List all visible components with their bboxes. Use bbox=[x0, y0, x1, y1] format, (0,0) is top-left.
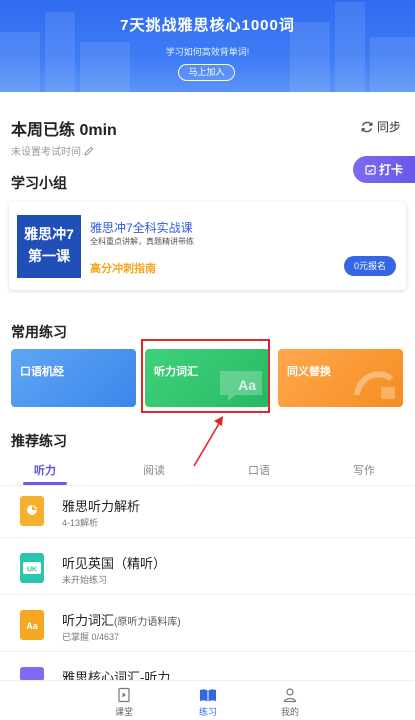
common-practice-title: 常用练习 bbox=[11, 324, 67, 340]
practice-book-icon bbox=[200, 689, 216, 702]
nav-profile[interactable]: 我的 bbox=[260, 687, 320, 718]
banner-title: 7天挑战雅思核心1000词 bbox=[120, 17, 295, 34]
exam-time-label: 未设置考试时间 bbox=[11, 147, 81, 158]
list-item-subtitle: 4-13解析 bbox=[62, 518, 99, 528]
tab-reading[interactable]: 阅读 bbox=[124, 462, 184, 478]
list-item[interactable]: Aa 听力词汇(原听力语料库) 已掌握 0/4637 bbox=[0, 602, 415, 652]
tab-listening[interactable]: 听力 bbox=[15, 462, 75, 478]
aa-book-icon: Aa bbox=[20, 610, 44, 640]
join-now-button[interactable]: 马上加入 bbox=[178, 64, 235, 81]
banner-subtitle: 学习如何高效背单词! bbox=[165, 47, 250, 57]
nav-label: 我的 bbox=[280, 707, 299, 717]
cover-line-1: 雅思冲7 bbox=[24, 226, 74, 242]
folder-icon bbox=[20, 667, 44, 681]
list-item[interactable]: 雅思核心词汇-听力 bbox=[0, 659, 415, 685]
nav-label: 课堂 bbox=[114, 707, 133, 717]
free-enroll-button[interactable]: 0元报名 bbox=[344, 256, 396, 276]
cover-line-2: 第一课 bbox=[28, 248, 70, 264]
nav-classroom[interactable]: 课堂 bbox=[94, 687, 154, 718]
annotation-arrow-icon bbox=[193, 416, 223, 467]
sync-label: 同步 bbox=[376, 120, 401, 134]
tab-writing[interactable]: 写作 bbox=[334, 462, 394, 478]
list-item-title-text: 听力词汇 bbox=[62, 613, 115, 628]
exam-time-setting[interactable]: 未设置考试时间 bbox=[11, 143, 94, 158]
profile-icon bbox=[283, 688, 297, 703]
practice-card-speaking[interactable]: 口语机经 bbox=[11, 349, 136, 407]
edit-pencil-icon bbox=[84, 146, 94, 156]
list-item[interactable]: 雅思听力解析 4-13解析 bbox=[0, 488, 415, 538]
list-item-title: 雅思听力解析 bbox=[62, 499, 141, 514]
punch-in-label: 打卡 bbox=[378, 163, 403, 177]
highlight-box bbox=[141, 339, 270, 413]
practice-card-label: 同义替换 bbox=[287, 366, 331, 378]
uk-book-icon: UK bbox=[20, 553, 44, 583]
list-item[interactable]: UK 听见英国（精听） 未开始练习 bbox=[0, 545, 415, 595]
list-item-subtitle: 未开始练习 bbox=[62, 575, 108, 585]
svg-text:Aa: Aa bbox=[26, 621, 38, 631]
headphone-book-icon bbox=[20, 496, 44, 526]
nav-label: 练习 bbox=[198, 707, 217, 717]
study-group-card[interactable]: 雅思冲7 第一课 雅思冲7全科实战课 全科重点讲解，真题精讲带练 高分冲刺指南 … bbox=[9, 202, 406, 290]
list-item-title: 听见英国（精听） bbox=[62, 556, 167, 571]
list-item-title: 听力词汇(原听力语料库) bbox=[62, 610, 181, 629]
list-item-title-note: (原听力语料库) bbox=[114, 617, 181, 628]
calendar-check-icon bbox=[365, 165, 376, 175]
svg-text:UK: UK bbox=[27, 567, 37, 574]
bottom-nav: 课堂 练习 我的 bbox=[0, 680, 415, 720]
practice-card-label: 口语机经 bbox=[20, 366, 64, 378]
active-tab-indicator bbox=[23, 482, 67, 485]
recommended-title: 推荐练习 bbox=[11, 433, 67, 449]
nav-practice[interactable]: 练习 bbox=[178, 687, 238, 718]
tab-speaking[interactable]: 口语 bbox=[229, 462, 289, 478]
course-tag: 高分冲刺指南 bbox=[90, 263, 156, 275]
study-group-title: 学习小组 bbox=[11, 175, 67, 191]
punch-in-button[interactable]: 打卡 bbox=[353, 156, 415, 183]
promo-banner[interactable]: 7天挑战雅思核心1000词 学习如何高效背单词! 马上加入 bbox=[0, 0, 415, 92]
recommended-tabs: 听力 阅读 口语 写作 bbox=[0, 462, 415, 486]
sync-button[interactable]: 同步 bbox=[360, 118, 401, 135]
week-practice-title: 本周已练 0min bbox=[11, 122, 117, 139]
course-cover-image: 雅思冲7 第一课 bbox=[17, 215, 81, 278]
practice-card-synonym[interactable]: 同义替换 bbox=[278, 349, 403, 407]
list-item-subtitle: 已掌握 0/4637 bbox=[62, 632, 120, 642]
course-title: 雅思冲7全科实战课 bbox=[90, 221, 193, 235]
sync-icon bbox=[361, 121, 373, 132]
swap-arrow-icon bbox=[354, 371, 395, 399]
classroom-icon bbox=[118, 687, 130, 703]
course-subtitle: 全科重点讲解，真题精讲带练 bbox=[90, 237, 194, 246]
